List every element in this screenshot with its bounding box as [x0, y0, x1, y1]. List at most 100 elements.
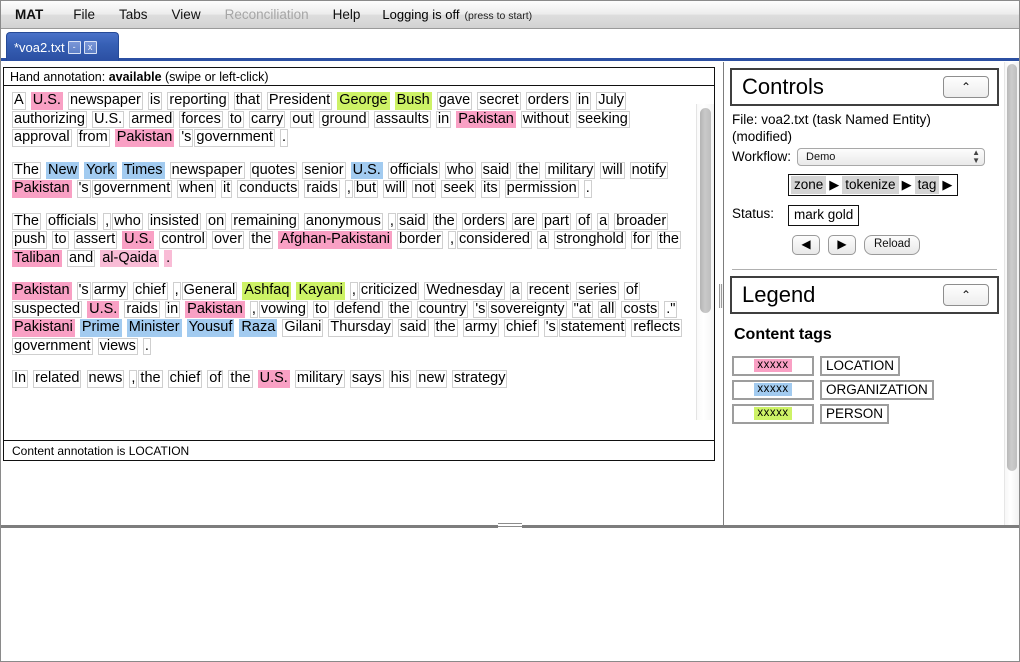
token[interactable]: 's: [473, 301, 487, 319]
legend-swatch-cell[interactable]: xxxxx: [732, 356, 814, 376]
workflow-select[interactable]: Demo ▲▼: [797, 148, 985, 166]
token[interactable]: secret: [477, 92, 521, 110]
token[interactable]: chief: [133, 282, 168, 300]
annotated-token[interactable]: Pakistan: [115, 129, 175, 147]
legend-swatch-cell[interactable]: xxxxx: [732, 404, 814, 424]
token[interactable]: the: [657, 231, 681, 249]
workflow-step[interactable]: tokenize: [842, 176, 898, 194]
legend-tag-name[interactable]: ORGANIZATION: [820, 380, 934, 400]
token[interactable]: reporting: [167, 92, 228, 110]
token[interactable]: newspaper: [68, 92, 143, 110]
token[interactable]: ,: [350, 282, 358, 300]
annotated-token[interactable]: Taliban: [12, 250, 62, 268]
token[interactable]: "at: [572, 301, 593, 319]
token[interactable]: recent: [527, 282, 571, 300]
token[interactable]: .: [584, 180, 592, 198]
token[interactable]: government: [92, 180, 173, 198]
token[interactable]: A: [12, 92, 26, 110]
step-forward-button[interactable]: ▶: [828, 235, 856, 255]
token[interactable]: The: [12, 213, 41, 231]
menu-item-tabs[interactable]: Tabs: [107, 1, 160, 29]
token[interactable]: a: [537, 231, 549, 249]
token[interactable]: insisted: [148, 213, 201, 231]
token[interactable]: reflects: [631, 319, 682, 337]
token[interactable]: officials: [388, 162, 440, 180]
token[interactable]: anonymous: [304, 213, 383, 231]
token[interactable]: 's: [544, 319, 558, 337]
token[interactable]: of: [576, 213, 592, 231]
token[interactable]: forces: [179, 111, 223, 129]
menu-item-file[interactable]: File: [61, 1, 107, 29]
token[interactable]: remaining: [231, 213, 299, 231]
token[interactable]: that: [234, 92, 262, 110]
token[interactable]: authorizing: [12, 111, 87, 129]
token[interactable]: costs: [621, 301, 659, 319]
token[interactable]: the: [388, 301, 412, 319]
token[interactable]: said: [397, 213, 428, 231]
token[interactable]: U.S.: [92, 111, 124, 129]
token[interactable]: the: [228, 370, 252, 388]
token[interactable]: on: [206, 213, 226, 231]
token[interactable]: border: [397, 231, 443, 249]
token[interactable]: General: [182, 282, 238, 300]
legend-panel-header[interactable]: Legend ⌃: [730, 276, 999, 314]
token[interactable]: raids: [304, 180, 339, 198]
token[interactable]: in: [165, 301, 180, 319]
token[interactable]: criticized: [359, 282, 419, 300]
token[interactable]: are: [512, 213, 537, 231]
mark-gold-button[interactable]: mark gold: [788, 205, 859, 226]
token[interactable]: ground: [319, 111, 368, 129]
token[interactable]: 's: [77, 282, 91, 300]
token[interactable]: ,: [345, 180, 353, 198]
token[interactable]: sovereignty: [488, 301, 566, 319]
token[interactable]: who: [112, 213, 143, 231]
token[interactable]: seek: [441, 180, 476, 198]
annotated-token[interactable]: New: [46, 162, 79, 180]
token[interactable]: In: [12, 370, 28, 388]
annotated-token[interactable]: U.S.: [87, 301, 119, 319]
token[interactable]: will: [600, 162, 624, 180]
right-panel-scrollbar-thumb[interactable]: [1007, 64, 1017, 471]
token[interactable]: says: [350, 370, 384, 388]
token[interactable]: views: [98, 338, 138, 356]
token[interactable]: news: [87, 370, 125, 388]
token[interactable]: the: [516, 162, 540, 180]
token[interactable]: his: [389, 370, 412, 388]
token[interactable]: stronghold: [554, 231, 626, 249]
token[interactable]: ,: [448, 231, 456, 249]
annotated-token[interactable]: George: [337, 92, 389, 110]
annotated-token[interactable]: Raza: [239, 319, 277, 337]
token[interactable]: country: [417, 301, 469, 319]
token[interactable]: out: [290, 111, 314, 129]
token[interactable]: officials: [46, 213, 98, 231]
token[interactable]: is: [148, 92, 162, 110]
token[interactable]: all: [598, 301, 617, 319]
annotated-token[interactable]: U.S.: [122, 231, 154, 249]
token[interactable]: permission: [505, 180, 579, 198]
token[interactable]: said: [481, 162, 512, 180]
annotated-token[interactable]: .: [164, 250, 172, 268]
document-vertical-scrollbar[interactable]: [696, 104, 714, 420]
annotated-token[interactable]: al-Qaida: [100, 250, 159, 268]
token[interactable]: to: [228, 111, 244, 129]
token[interactable]: without: [521, 111, 571, 129]
token[interactable]: ,: [173, 282, 181, 300]
token[interactable]: when: [177, 180, 216, 198]
document-scrollbar-thumb[interactable]: [700, 108, 711, 313]
token[interactable]: the: [138, 370, 162, 388]
token[interactable]: armed: [129, 111, 174, 129]
annotated-token[interactable]: Kayani: [296, 282, 344, 300]
controls-panel-header[interactable]: Controls ⌃: [730, 68, 999, 106]
token[interactable]: army: [92, 282, 128, 300]
token[interactable]: strategy: [452, 370, 508, 388]
tab-minimize-icon[interactable]: -: [68, 41, 81, 54]
token[interactable]: orders: [462, 213, 507, 231]
token[interactable]: control: [159, 231, 207, 249]
legend-tag-name[interactable]: PERSON: [820, 404, 889, 424]
token[interactable]: push: [12, 231, 47, 249]
token[interactable]: related: [33, 370, 81, 388]
token[interactable]: and: [67, 250, 95, 268]
step-back-button[interactable]: ◀: [792, 235, 820, 255]
token[interactable]: said: [398, 319, 429, 337]
token[interactable]: from: [77, 129, 110, 147]
